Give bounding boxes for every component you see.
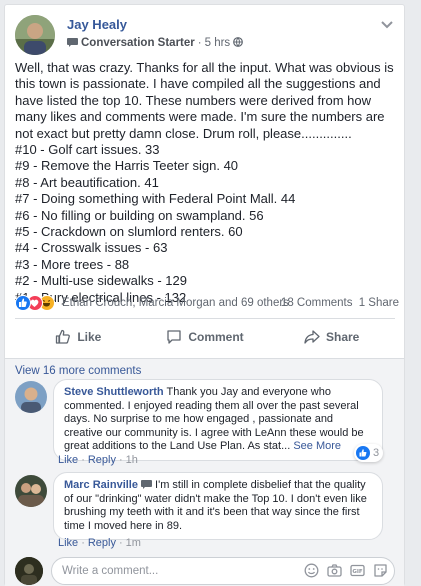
- reaction-names[interactable]: Ethan Crouch, Marcia Morgan and 69 other…: [62, 297, 289, 309]
- gif-icon[interactable]: GIF: [350, 563, 365, 579]
- current-user-avatar[interactable]: [15, 557, 43, 585]
- sticker-icon[interactable]: [373, 563, 388, 579]
- svg-text:GIF: GIF: [352, 569, 363, 575]
- like-label: Like: [77, 330, 102, 344]
- list-item: #8 - Art beautification. 41: [15, 174, 159, 190]
- list-item: #6 - No filling or building on swampland…: [15, 207, 264, 223]
- emoji-icon[interactable]: [304, 563, 319, 579]
- author-avatar[interactable]: [15, 15, 55, 55]
- conversation-starter-icon: [140, 480, 152, 489]
- list-item: #7 - Doing something with Federal Point …: [15, 191, 296, 207]
- commenter-avatar[interactable]: [15, 475, 47, 507]
- comment-like-link[interactable]: Like: [58, 454, 78, 466]
- list-item: #2 - Multi-use sidewalks - 129: [15, 273, 187, 289]
- chevron-down-icon[interactable]: [381, 21, 393, 29]
- comment-button[interactable]: Comment: [142, 323, 269, 351]
- action-bar: Like Comment Share: [15, 323, 395, 351]
- list-item: #4 - Crosswalk issues - 63: [15, 240, 168, 256]
- see-more-link[interactable]: See More: [293, 440, 341, 452]
- conversation-starter-icon: [67, 38, 78, 47]
- view-more-comments-link[interactable]: View 16 more comments: [15, 365, 141, 377]
- commenter-avatar[interactable]: [15, 381, 47, 413]
- divider: [15, 318, 395, 319]
- list-item: #9 - Remove the Harris Teeter sign. 40: [15, 158, 239, 174]
- comment-input[interactable]: Write a comment... GIF: [51, 557, 395, 585]
- reactions-bar: Ethan Crouch, Marcia Morgan and 69 other…: [15, 294, 399, 314]
- post-header: Jay Healy Conversation Starter · 5 hrs: [15, 15, 395, 55]
- share-label: Share: [326, 330, 360, 344]
- comments-section: View 16 more comments Steve Shuttleworth…: [5, 358, 404, 586]
- like-reaction-icon: [15, 295, 31, 311]
- post-paragraph: Well, that was crazy. Thanks for all the…: [15, 60, 394, 141]
- comment-reply-link[interactable]: Reply: [88, 537, 116, 549]
- like-reaction-icon: [356, 446, 370, 460]
- comment-placeholder: Write a comment...: [62, 565, 159, 577]
- comment-bubble: Steve Shuttleworth Thank you Jay and eve…: [53, 379, 383, 461]
- globe-icon: [233, 37, 244, 47]
- camera-icon[interactable]: [327, 563, 342, 579]
- post-card: Jay Healy Conversation Starter · 5 hrs Wel…: [4, 4, 405, 586]
- comment-actions: Like · Reply · 1h: [58, 454, 138, 466]
- share-button[interactable]: Share: [268, 323, 395, 351]
- thumbs-up-icon: [56, 329, 71, 344]
- share-arrow-icon: [304, 330, 320, 344]
- reaction-icons[interactable]: [15, 295, 59, 311]
- post-time[interactable]: 5 hrs: [205, 37, 231, 49]
- badge-label: Conversation Starter: [81, 37, 195, 49]
- comment-time[interactable]: 1h: [126, 454, 138, 466]
- comment-like-link[interactable]: Like: [58, 537, 78, 549]
- comment-like-count[interactable]: 3: [354, 444, 384, 462]
- comment-input-icons: GIF: [304, 563, 388, 579]
- post-meta: Conversation Starter · 5 hrs: [67, 37, 244, 49]
- comment-bubble-icon: [167, 330, 181, 344]
- comment-time[interactable]: 1m: [126, 537, 141, 549]
- like-count-value: 3: [373, 447, 380, 459]
- shares-count[interactable]: 1 Share: [359, 297, 399, 309]
- like-button[interactable]: Like: [15, 323, 142, 351]
- comment-bubble: Marc Rainville I'm still in complete dis…: [53, 472, 383, 540]
- list-item: #10 - Golf cart issues. 33: [15, 142, 160, 158]
- author-name[interactable]: Jay Healy: [67, 17, 127, 32]
- comment-reply-link[interactable]: Reply: [88, 454, 116, 466]
- post-body: Well, that was crazy. Thanks for all the…: [15, 60, 400, 306]
- comments-count[interactable]: 18 Comments: [281, 297, 353, 309]
- commenter-name[interactable]: Marc Rainville: [64, 479, 138, 491]
- write-comment-row: Write a comment... GIF: [15, 557, 395, 585]
- list-item: #3 - More trees - 88: [15, 256, 130, 272]
- commenter-name[interactable]: Steve Shuttleworth: [64, 386, 164, 398]
- comment-actions: Like · Reply · 1m: [58, 537, 141, 549]
- engagement-counts: 18 Comments 1 Share: [281, 297, 399, 309]
- list-item: #5 - Crackdown on slumlord renters. 60: [15, 224, 243, 240]
- comment-label: Comment: [188, 330, 244, 344]
